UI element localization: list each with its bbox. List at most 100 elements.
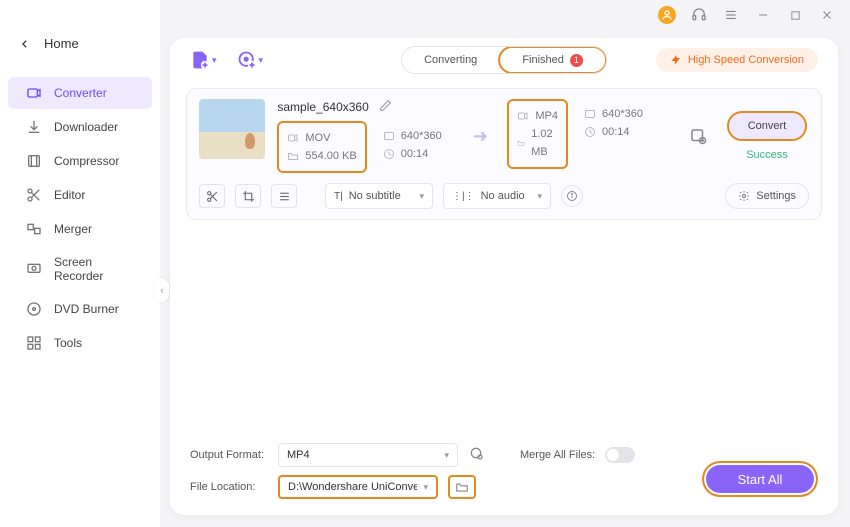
disc-icon <box>26 301 42 317</box>
effects-button[interactable] <box>271 184 297 208</box>
sidebar-item-label: Converter <box>54 86 107 100</box>
target-format-box: MP4 1.02 MB <box>507 99 568 169</box>
target-meta-box: 640*360 00:14 <box>576 99 651 169</box>
start-all-label: Start All <box>738 472 783 487</box>
crop-button[interactable] <box>235 184 261 208</box>
disc-plus-icon <box>237 50 257 70</box>
download-icon <box>26 119 42 135</box>
start-all-button[interactable]: Start All <box>702 461 818 497</box>
minimize-button[interactable] <box>754 6 772 24</box>
converter-icon <box>26 85 42 101</box>
chevron-down-icon: ▾ <box>537 191 542 202</box>
sidebar-item-compressor[interactable]: Compressor <box>8 145 152 177</box>
toolbar: ▾ ▾ Converting Finished1 High Speed Conv… <box>170 38 838 82</box>
trim-button[interactable] <box>199 184 225 208</box>
sidebar-item-label: Screen Recorder <box>54 255 134 283</box>
back-home[interactable]: Home <box>0 28 160 59</box>
high-speed-conversion[interactable]: High Speed Conversion <box>656 48 818 72</box>
tab-label: Converting <box>424 54 477 66</box>
sidebar-item-label: Compressor <box>54 154 119 168</box>
output-format-dropdown[interactable]: MP4 ▾ <box>278 443 458 467</box>
file-location-label: File Location: <box>190 481 268 493</box>
tab-finished[interactable]: Finished1 <box>498 46 607 74</box>
chevron-down-icon: ▾ <box>423 482 428 493</box>
tab-converting[interactable]: Converting <box>402 47 499 73</box>
chevron-down-icon: ▾ <box>444 450 449 461</box>
chevron-down-icon: ▾ <box>212 55 217 66</box>
gear-icon <box>738 190 750 202</box>
output-format-value: MP4 <box>287 449 310 461</box>
recorder-icon <box>26 261 42 277</box>
home-label: Home <box>44 36 79 51</box>
status-text: Success <box>746 149 788 161</box>
file-location-value: D:\Wondershare UniConverter 1 <box>288 481 417 493</box>
item-settings-button[interactable]: Settings <box>725 183 809 209</box>
item-settings-icon[interactable] <box>683 127 713 145</box>
edit-name-icon[interactable] <box>379 99 392 115</box>
footer: Output Format: MP4 ▾ Merge All Files: Fil… <box>170 433 838 515</box>
conversion-item: sample_640x360 MOV 554.00 KB 640*360 00:… <box>186 88 822 220</box>
sidebar-item-label: Tools <box>54 336 82 350</box>
folder-icon <box>287 150 299 162</box>
src-format: MOV <box>305 129 330 147</box>
file-name: sample_640x360 <box>277 100 368 114</box>
sidebar-item-downloader[interactable]: Downloader <box>8 111 152 143</box>
sidebar-item-dvd-burner[interactable]: DVD Burner <box>8 293 152 325</box>
source-meta-box: 640*360 00:14 <box>375 121 450 173</box>
chevron-down-icon: ▾ <box>259 55 264 66</box>
dst-size: 1.02 MB <box>531 125 558 161</box>
resolution-icon <box>383 130 395 142</box>
audio-dropdown[interactable]: ⋮|⋮No audio▾ <box>443 183 551 209</box>
sidebar-item-label: Merger <box>54 222 92 236</box>
close-button[interactable] <box>818 6 836 24</box>
sidebar-item-screen-recorder[interactable]: Screen Recorder <box>8 247 152 291</box>
add-disc-button[interactable]: ▾ <box>237 50 264 70</box>
preset-icon[interactable] <box>468 445 488 465</box>
grid-icon <box>26 335 42 351</box>
video-thumbnail[interactable] <box>199 99 265 159</box>
main-panel: ▾ ▾ Converting Finished1 High Speed Conv… <box>170 38 838 515</box>
resolution-icon <box>584 108 596 120</box>
sidebar-item-label: DVD Burner <box>54 302 119 316</box>
finished-count-badge: 1 <box>570 54 583 67</box>
clock-icon <box>584 126 596 138</box>
video-icon <box>517 110 529 122</box>
merge-toggle[interactable] <box>605 447 635 463</box>
sidebar-item-tools[interactable]: Tools <box>8 327 152 359</box>
high-speed-label: High Speed Conversion <box>688 54 804 66</box>
open-folder-button[interactable] <box>448 475 476 499</box>
convert-label: Convert <box>748 120 787 132</box>
merge-label: Merge All Files: <box>520 449 595 461</box>
user-avatar[interactable] <box>658 6 676 24</box>
audio-value: No audio <box>481 190 525 202</box>
folder-icon <box>455 480 469 494</box>
compressor-icon <box>26 153 42 169</box>
sidebar-item-converter[interactable]: Converter <box>8 77 152 109</box>
output-format-label: Output Format: <box>190 449 268 461</box>
add-file-button[interactable]: ▾ <box>190 50 217 70</box>
scissors-icon <box>26 187 42 203</box>
subtitle-dropdown[interactable]: T|No subtitle▾ <box>325 183 433 209</box>
file-location-dropdown[interactable]: D:\Wondershare UniConverter 1 ▾ <box>278 475 438 499</box>
headset-icon[interactable] <box>690 6 708 24</box>
dst-duration: 00:14 <box>602 123 630 141</box>
status-tabs: Converting Finished1 <box>401 46 607 74</box>
dst-format: MP4 <box>535 107 558 125</box>
maximize-button[interactable] <box>786 6 804 24</box>
src-resolution: 640*360 <box>401 127 442 145</box>
sidebar-collapse[interactable]: ‹ <box>155 278 169 302</box>
folder-icon <box>517 137 525 149</box>
sidebar-item-label: Editor <box>54 188 85 202</box>
file-plus-icon <box>190 50 210 70</box>
menu-icon[interactable] <box>722 6 740 24</box>
sidebar-item-editor[interactable]: Editor <box>8 179 152 211</box>
video-icon <box>287 132 299 144</box>
convert-button[interactable]: Convert <box>727 111 807 141</box>
arrow-icon: ➜ <box>465 126 495 147</box>
info-button[interactable] <box>561 185 583 207</box>
sidebar-item-merger[interactable]: Merger <box>8 213 152 245</box>
chevron-left-icon <box>20 39 30 49</box>
clock-icon <box>383 148 395 160</box>
chevron-down-icon: ▾ <box>419 191 424 202</box>
src-size: 554.00 KB <box>305 147 356 165</box>
